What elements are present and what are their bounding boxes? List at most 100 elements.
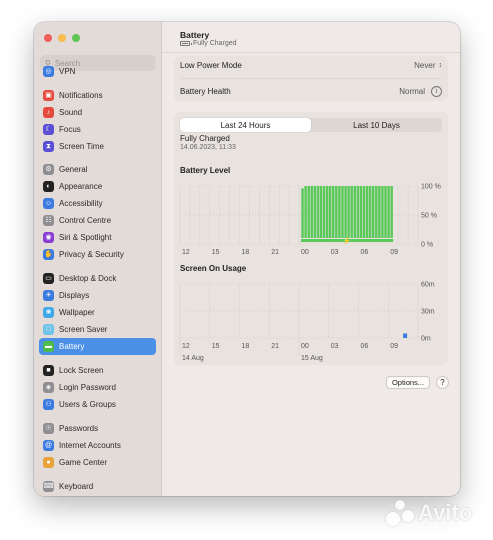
sidebar-item-battery[interactable]: ▬ Battery (39, 338, 156, 355)
tab-last-10-days[interactable]: Last 10 Days (311, 118, 442, 132)
displays-icon: ☀ (43, 290, 54, 301)
battery-level-bar (378, 186, 381, 238)
header-divider (162, 52, 460, 53)
tab-last-24-hours[interactable]: Last 24 Hours (180, 118, 311, 132)
hand-icon: ✋ (43, 249, 54, 260)
sidebar-item-label: VPN (59, 67, 76, 76)
battery-level-bar (319, 186, 323, 238)
sidebar-item-sound[interactable]: ♪ Sound (39, 104, 156, 121)
close-window-button[interactable] (44, 34, 52, 42)
sidebar-item-vpn[interactable]: ◎ VPN (39, 63, 156, 80)
y-tick-label: 0 % (421, 242, 433, 249)
battery-level-bar (335, 186, 338, 238)
low-power-row: Low Power Mode Never ↕ (180, 56, 442, 74)
page-title: Battery (180, 30, 210, 40)
sidebar: ⚲ Search ◎ VPN ▣ Notifications ♪ Sound ☾ Focus ⧗… (34, 22, 162, 496)
screen-on-usage-chart: 60m 30m 0m 12 15 18 21 00 03 06 09 14 Aug 15 Aug (179, 282, 435, 362)
battery-level-bar (371, 186, 375, 238)
low-power-label: Low Power Mode (180, 60, 242, 70)
siri-icon: ◉ (43, 232, 54, 243)
y-tick-label: 100 % (421, 184, 441, 191)
sidebar-item-label: General (59, 165, 88, 174)
sidebar-item-wallpaper[interactable]: ❀ Wallpaper (39, 304, 156, 321)
desktop-icon: ▭ (43, 273, 54, 284)
sidebar-item-control-centre[interactable]: ☷ Control Centre (39, 212, 156, 229)
battery-level-bar (350, 186, 353, 238)
sidebar-item-label: Displays (59, 291, 90, 300)
sidebar-item-label: Focus (59, 125, 81, 134)
sidebar-item-label: Internet Accounts (59, 441, 121, 450)
battery-pane: Battery Fully Charged Low Power Mode Nev… (162, 22, 460, 496)
sidebar-item-notifications[interactable]: ▣ Notifications (39, 87, 156, 104)
sidebar-item-label: Sound (59, 108, 83, 117)
sidebar-item-game-center[interactable]: ● Game Center (39, 454, 156, 471)
zoom-window-button[interactable] (72, 34, 80, 42)
help-button[interactable]: ? (436, 376, 449, 389)
y-tick-label: 0m (421, 336, 431, 343)
sidebar-item-screen-time[interactable]: ⧗ Screen Time (39, 138, 156, 155)
sidebar-item-keyboard[interactable]: ⌨ Keyboard (39, 478, 156, 495)
sidebar-item-general[interactable]: ⚙ General (39, 161, 156, 178)
screen-time-icon: ⧗ (43, 141, 54, 152)
low-power-select[interactable]: Never ↕ (414, 61, 442, 70)
low-power-value: Never (414, 60, 436, 70)
sidebar-item-label: Screen Time (59, 142, 104, 151)
x-tick-label: 21 (271, 343, 279, 350)
sidebar-item-lock-screen[interactable]: ■ Lock Screen (39, 362, 156, 379)
battery-level-bar (387, 186, 390, 238)
sidebar-item-privacy-security[interactable]: ✋ Privacy & Security (39, 246, 156, 263)
sidebar-item-label: Desktop & Dock (59, 274, 117, 283)
battery-level-bar (304, 186, 307, 238)
battery-level-bar (381, 186, 384, 238)
battery-icon: ▬ (43, 341, 54, 352)
sidebar-item-screen-saver[interactable]: □ Screen Saver (39, 321, 156, 338)
minimize-window-button[interactable] (58, 34, 66, 42)
battery-history-card: Last 24 Hours Last 10 Days Fully Charged… (174, 112, 448, 365)
sidebar-item-siri-spotlight[interactable]: ◉ Siri & Spotlight (39, 229, 156, 246)
x-tick-label: 15 (212, 343, 220, 350)
sidebar-item-label: Passwords (59, 424, 99, 433)
screen-usage-bar (403, 333, 408, 338)
battery-level-bar (332, 186, 335, 238)
battery-level-bar (368, 186, 372, 238)
page-subtitle: Fully Charged (180, 40, 237, 47)
sidebar-item-appearance[interactable]: ◐ Appearance (39, 178, 156, 195)
sidebar-item-passwords[interactable]: ☉ Passwords (39, 420, 156, 437)
row-divider (180, 78, 442, 79)
battery-level-bar (338, 186, 341, 238)
options-button[interactable]: Options... (386, 376, 430, 389)
at-icon: @ (43, 440, 54, 451)
x-tick-label: 12 (182, 249, 190, 256)
sidebar-item-accessibility[interactable]: ☺ Accessibility (39, 195, 156, 212)
sidebar-item-internet-accounts[interactable]: @ Internet Accounts (39, 437, 156, 454)
sidebar-item-users-groups[interactable]: ⚇ Users & Groups (39, 396, 156, 413)
sidebar-item-login-password[interactable]: ◈ Login Password (39, 379, 156, 396)
sidebar-item-label: Notifications (59, 91, 103, 100)
battery-level-bar (390, 186, 393, 238)
sidebar-item-label: Appearance (59, 182, 103, 191)
battery-level-title: Battery Level (180, 166, 231, 175)
x-tick-label: 21 (271, 249, 279, 256)
watermark-text: Avito (418, 500, 473, 525)
appearance-icon: ◐ (43, 181, 54, 192)
info-icon[interactable]: i (431, 85, 442, 97)
sidebar-item-label: Accessibility (59, 199, 103, 208)
x-tick-label: 09 (390, 249, 398, 256)
sidebar-item-displays[interactable]: ☀ Displays (39, 287, 156, 304)
battery-level-bar (328, 186, 332, 238)
control-centre-icon: ☷ (43, 215, 54, 226)
lock-icon: ■ (43, 365, 54, 376)
battery-level-bar (359, 186, 363, 238)
x-date-label: 15 Aug (301, 355, 323, 362)
battery-level-bar (353, 186, 357, 238)
x-tick-label: 00 (301, 249, 309, 256)
sidebar-item-focus[interactable]: ☾ Focus (39, 121, 156, 138)
y-tick-label: 30m (421, 309, 435, 316)
updown-chevron-icon: ↕ (438, 61, 443, 69)
game-center-icon: ● (43, 457, 54, 468)
battery-status-text: Fully Charged (193, 40, 237, 47)
sidebar-item-label: Lock Screen (59, 366, 104, 375)
battery-level-bar (365, 186, 369, 238)
battery-health-label: Battery Health (180, 86, 231, 96)
sidebar-item-desktop-dock[interactable]: ▭ Desktop & Dock (39, 270, 156, 287)
